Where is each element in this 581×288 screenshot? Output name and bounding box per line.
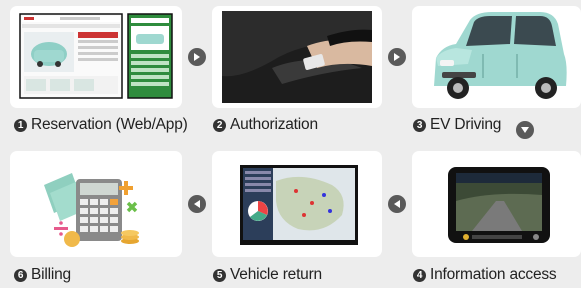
step-label-text: Information access: [430, 266, 557, 283]
authorization-image: [222, 11, 372, 103]
step-label-ev-driving: 3 EV Driving: [413, 116, 501, 134]
step-label-text: Vehicle return: [230, 266, 322, 283]
monitoring-map-image: [240, 165, 358, 245]
step-number-badge: 3: [413, 119, 426, 132]
authorization-card: [212, 6, 382, 108]
step-label-vehicle-return: 5 Vehicle return: [213, 266, 322, 284]
arrow-left-icon: [388, 195, 406, 213]
billing-card: [10, 151, 182, 257]
vehicle-return-card: [212, 151, 382, 257]
step-label-information-access: 4 Information access: [413, 266, 557, 284]
arrow-left-icon: [188, 195, 206, 213]
arrow-right-icon: [388, 48, 406, 66]
step-label-text: Reservation (Web/App): [31, 116, 188, 133]
step-label-authorization: 2 Authorization: [213, 116, 318, 134]
calculator-money-image: [44, 173, 139, 247]
tablet-screen-image: [448, 167, 550, 243]
step-label-billing: 6 Billing: [14, 266, 71, 284]
step-number-badge: 6: [14, 269, 27, 282]
ev-car-image: [434, 12, 567, 99]
step-number-badge: 4: [413, 269, 426, 282]
information-access-card: [412, 151, 581, 257]
step-label-text: EV Driving: [430, 116, 502, 133]
step-label-reservation: 1 Reservation (Web/App): [14, 116, 188, 134]
step-number-badge: 5: [213, 269, 226, 282]
step-number-badge: 1: [14, 119, 27, 132]
reservation-screens-image: [19, 13, 173, 99]
arrow-right-icon: [188, 48, 206, 66]
step-label-text: Billing: [31, 266, 71, 283]
step-number-badge: 2: [213, 119, 226, 132]
ev-driving-card: [412, 6, 581, 108]
reservation-card: [10, 6, 182, 108]
step-label-text: Authorization: [230, 116, 318, 133]
arrow-down-icon: [516, 121, 534, 139]
